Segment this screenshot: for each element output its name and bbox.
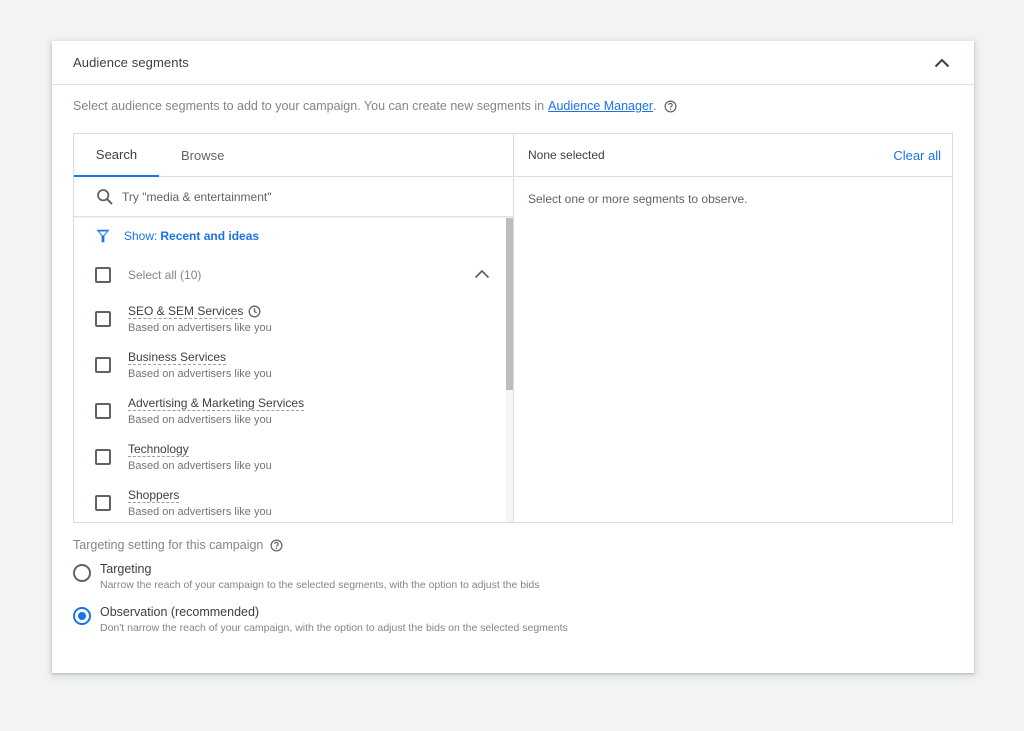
tab-search[interactable]: Search xyxy=(74,134,159,177)
filter-row[interactable]: Show: Recent and ideas xyxy=(74,218,513,254)
list-item[interactable]: Shoppers Based on advertisers like you xyxy=(74,480,513,522)
item-checkbox[interactable] xyxy=(95,495,111,511)
search-input[interactable] xyxy=(122,189,482,204)
item-name[interactable]: SEO & SEM Services xyxy=(128,304,244,319)
scrollbar-thumb[interactable] xyxy=(506,218,513,390)
list-item[interactable]: Advertising & Marketing Services Based o… xyxy=(74,388,513,434)
clear-all-button[interactable]: Clear all xyxy=(893,148,941,163)
segment-list: Show: Recent and ideas Select all (10) S… xyxy=(74,218,513,522)
selected-pane: None selected Clear all Select one or mo… xyxy=(514,134,952,522)
segment-picker: Search Browse Show: Recent and ideas Sel… xyxy=(73,133,953,523)
help-circle-icon[interactable] xyxy=(664,100,677,113)
audience-segments-card: Audience segments Select audience segmen… xyxy=(52,41,974,673)
item-checkbox[interactable] xyxy=(95,357,111,373)
observation-radio[interactable] xyxy=(73,607,91,625)
item-subtitle: Based on advertisers like you xyxy=(128,322,272,334)
item-name[interactable]: Business Services xyxy=(128,350,227,365)
picker-tabs: Search Browse xyxy=(74,134,513,177)
item-subtitle: Based on advertisers like you xyxy=(128,460,272,472)
targeting-heading: Targeting setting for this campaign xyxy=(73,538,773,552)
option-description: Don't narrow the reach of your campaign,… xyxy=(100,622,568,634)
select-all-checkbox[interactable] xyxy=(95,267,111,283)
item-checkbox[interactable] xyxy=(95,403,111,419)
list-item[interactable]: Technology Based on advertisers like you xyxy=(74,434,513,480)
chevron-up-icon xyxy=(934,58,950,67)
item-checkbox[interactable] xyxy=(95,449,111,465)
item-subtitle: Based on advertisers like you xyxy=(128,368,272,380)
selection-status: None selected xyxy=(528,148,605,162)
filter-label: Show: xyxy=(124,229,158,243)
item-name[interactable]: Technology xyxy=(128,442,189,457)
tab-browse[interactable]: Browse xyxy=(159,134,246,177)
option-title: Targeting xyxy=(100,562,152,576)
item-checkbox[interactable] xyxy=(95,311,111,327)
search-pane: Search Browse Show: Recent and ideas Sel… xyxy=(74,134,514,522)
clock-icon xyxy=(248,305,261,318)
targeting-option-observation[interactable]: Observation (recommended) Don't narrow t… xyxy=(73,605,773,634)
intro-text: Select audience segments to add to your … xyxy=(73,99,677,113)
search-icon xyxy=(97,188,113,205)
collapse-button[interactable] xyxy=(932,53,952,73)
option-title: Observation (recommended) xyxy=(100,605,260,619)
item-subtitle: Based on advertisers like you xyxy=(128,414,272,426)
targeting-heading-text: Targeting setting for this campaign xyxy=(73,538,264,552)
targeting-radio[interactable] xyxy=(73,564,91,582)
empty-selection-message: Select one or more segments to observe. xyxy=(528,192,748,206)
targeting-setting: Targeting setting for this campaign Targ… xyxy=(73,538,773,634)
card-header[interactable]: Audience segments xyxy=(52,41,974,85)
search-row xyxy=(74,177,513,217)
card-title: Audience segments xyxy=(73,55,189,70)
targeting-option-targeting[interactable]: Targeting Narrow the reach of your campa… xyxy=(73,562,773,591)
expand-toggle[interactable] xyxy=(474,266,490,284)
item-subtitle: Based on advertisers like you xyxy=(128,506,272,518)
select-all-row: Select all (10) xyxy=(74,254,513,296)
item-name[interactable]: Shoppers xyxy=(128,488,180,503)
chevron-up-icon xyxy=(474,269,490,279)
selected-header: None selected Clear all xyxy=(514,134,952,177)
list-item[interactable]: Business Services Based on advertisers l… xyxy=(74,342,513,388)
filter-icon xyxy=(96,229,110,243)
audience-manager-link[interactable]: Audience Manager xyxy=(548,99,653,113)
option-description: Narrow the reach of your campaign to the… xyxy=(100,579,540,591)
help-circle-icon[interactable] xyxy=(270,539,283,552)
intro-text-body: Select audience segments to add to your … xyxy=(73,99,545,113)
item-name[interactable]: Advertising & Marketing Services xyxy=(128,396,305,411)
intro-suffix: . xyxy=(653,99,657,113)
list-item[interactable]: SEO & SEM Services Based on advertisers … xyxy=(74,296,513,342)
select-all-label: Select all (10) xyxy=(128,268,202,282)
filter-value[interactable]: Recent and ideas xyxy=(160,229,259,243)
